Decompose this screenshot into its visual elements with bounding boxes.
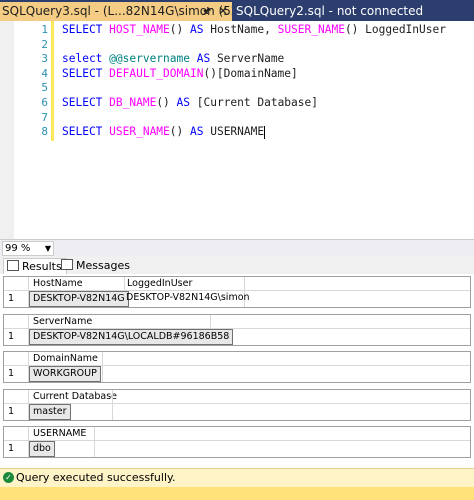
status-message: Query executed successfully. xyxy=(16,471,176,484)
tab-sqlquery3[interactable]: SQLQuery3.sql - (L...82N14G\simon (52))*… xyxy=(0,2,232,21)
column-header[interactable]: USERNAME xyxy=(33,427,86,440)
result-grid[interactable]: USERNAME 1 dbo xyxy=(3,426,471,458)
results-tab-bar: Results Messages xyxy=(0,256,474,275)
code-token: @@servername xyxy=(109,52,190,66)
editor-status-strip: 99 % ▼ xyxy=(0,239,474,256)
tab-sqlquery2[interactable]: SQLQuery2.sql - not connected xyxy=(236,2,423,21)
code-token: () xyxy=(156,96,177,109)
chevron-down-icon[interactable]: ▼ xyxy=(45,242,51,255)
grid-header-divider xyxy=(4,403,470,404)
bottom-status-strip xyxy=(0,487,474,500)
code-token: ()[DomainName] xyxy=(203,66,298,80)
code-token: ServerName xyxy=(210,52,285,66)
tab-messages-label: Messages xyxy=(76,259,130,272)
line-number: 6 xyxy=(41,96,48,109)
line-number: 7 xyxy=(41,110,48,124)
change-indicator-bar xyxy=(51,21,54,141)
tab-results-label: Results xyxy=(22,260,62,273)
check-circle-icon: ✓ xyxy=(3,472,14,483)
close-icon[interactable]: ✕ xyxy=(218,2,228,21)
column-header[interactable]: Current Database xyxy=(33,390,117,403)
code-line[interactable]: SELECT DB_NAME() AS [Current Database] xyxy=(62,95,318,110)
grid-cell[interactable]: master xyxy=(29,404,71,420)
line-number: 2 xyxy=(41,37,48,51)
line-number: 8 xyxy=(41,125,48,139)
code-token: () xyxy=(169,23,190,36)
code-token: DB_NAME xyxy=(109,96,157,109)
column-header[interactable]: LoggedInUser xyxy=(127,277,192,290)
grid-column-divider xyxy=(102,352,103,382)
line-numbers: 12345678 xyxy=(14,21,50,239)
result-grid[interactable]: Current Database 1 master xyxy=(3,389,471,421)
line-number: 5 xyxy=(41,81,48,95)
code-token: USER_NAME xyxy=(109,125,170,139)
line-number: 4 xyxy=(41,66,48,80)
code-line[interactable]: SELECT DEFAULT_DOMAIN()[DomainName] xyxy=(62,66,298,81)
line-number: 3 xyxy=(41,52,48,66)
row-number[interactable]: 1 xyxy=(8,293,14,304)
results-pane: HostName LoggedInUser 1 DESKTOP-V82N14G DESK… xyxy=(0,274,474,468)
grid-column-divider xyxy=(94,427,95,457)
grid-column-divider xyxy=(112,390,113,420)
grid-cell[interactable]: DESKTOP-V82N14G xyxy=(29,291,129,307)
code-token: HostName, xyxy=(203,23,278,36)
code-token: SELECT xyxy=(62,66,110,80)
code-token: SELECT xyxy=(62,96,110,109)
code-token: AS xyxy=(190,125,204,139)
grid-cell[interactable]: WORKGROUP xyxy=(29,366,101,382)
message-icon xyxy=(61,259,73,270)
code-token: SELECT xyxy=(62,23,110,36)
code-token: [Current Database] xyxy=(190,96,318,109)
code-token: SUSER_NAME xyxy=(277,23,345,36)
grid-header-divider xyxy=(4,440,470,441)
result-grid[interactable]: HostName LoggedInUser 1 DESKTOP-V82N14G DESK… xyxy=(3,276,471,308)
code-token: AS xyxy=(190,23,204,36)
code-token: AS xyxy=(189,52,211,66)
code-line[interactable]: SELECT HOST_NAME() AS HostName, SUSER_NA… xyxy=(62,22,446,37)
code-line[interactable]: SELECT USER_NAME() AS USERNAME xyxy=(62,124,266,139)
row-number[interactable]: 1 xyxy=(8,331,14,342)
code-token: HOST_NAME xyxy=(109,23,170,36)
column-header[interactable]: ServerName xyxy=(33,315,92,328)
tab-messages[interactable]: Messages xyxy=(58,258,134,274)
row-number[interactable]: 1 xyxy=(8,406,14,417)
result-grid[interactable]: ServerName 1 DESKTOP-V82N14G\LOCALDB#96186… xyxy=(3,314,471,346)
code-token: AS xyxy=(176,96,191,109)
document-tab-bar: SQLQuery3.sql - (L...82N14G\simon (52))*… xyxy=(0,0,474,21)
grid-cell[interactable]: DESKTOP-V82N14G\LOCALDB#96186B58 xyxy=(29,329,234,345)
text-caret xyxy=(264,125,266,139)
query-editor[interactable]: 12345678 SELECT HOST_NAME() AS HostName,… xyxy=(0,21,474,239)
editor-gutter xyxy=(0,21,14,239)
result-grid[interactable]: DomainName 1 WORKGROUP xyxy=(3,351,471,383)
grid-cell[interactable]: dbo xyxy=(29,441,55,457)
code-token: USERNAME xyxy=(203,125,265,139)
code-token: SELECT xyxy=(62,125,110,139)
zoom-select[interactable]: 99 % ▼ xyxy=(2,241,54,256)
code-token: select xyxy=(62,52,110,66)
grid-cell[interactable]: DESKTOP-V82N14G\simon xyxy=(123,291,253,305)
pin-icon[interactable]: 🖈 xyxy=(202,2,211,21)
code-token: () xyxy=(169,125,190,139)
column-header[interactable]: HostName xyxy=(33,277,83,290)
line-number: 1 xyxy=(41,23,48,36)
tab-sqlquery3-label: SQLQuery3.sql - (L...82N14G\simon (52))* xyxy=(2,4,232,18)
code-token: () LoggedInUser xyxy=(344,23,446,36)
column-header[interactable]: DomainName xyxy=(33,352,98,365)
zoom-value: 99 % xyxy=(5,243,31,254)
grid-icon xyxy=(7,260,19,271)
code-token: DEFAULT_DOMAIN xyxy=(109,66,204,80)
row-number[interactable]: 1 xyxy=(8,443,14,454)
row-number[interactable]: 1 xyxy=(8,368,14,379)
query-status-bar: ✓ Query executed successfully. xyxy=(0,468,474,487)
code-line[interactable]: select @@servername AS ServerName xyxy=(62,51,284,66)
